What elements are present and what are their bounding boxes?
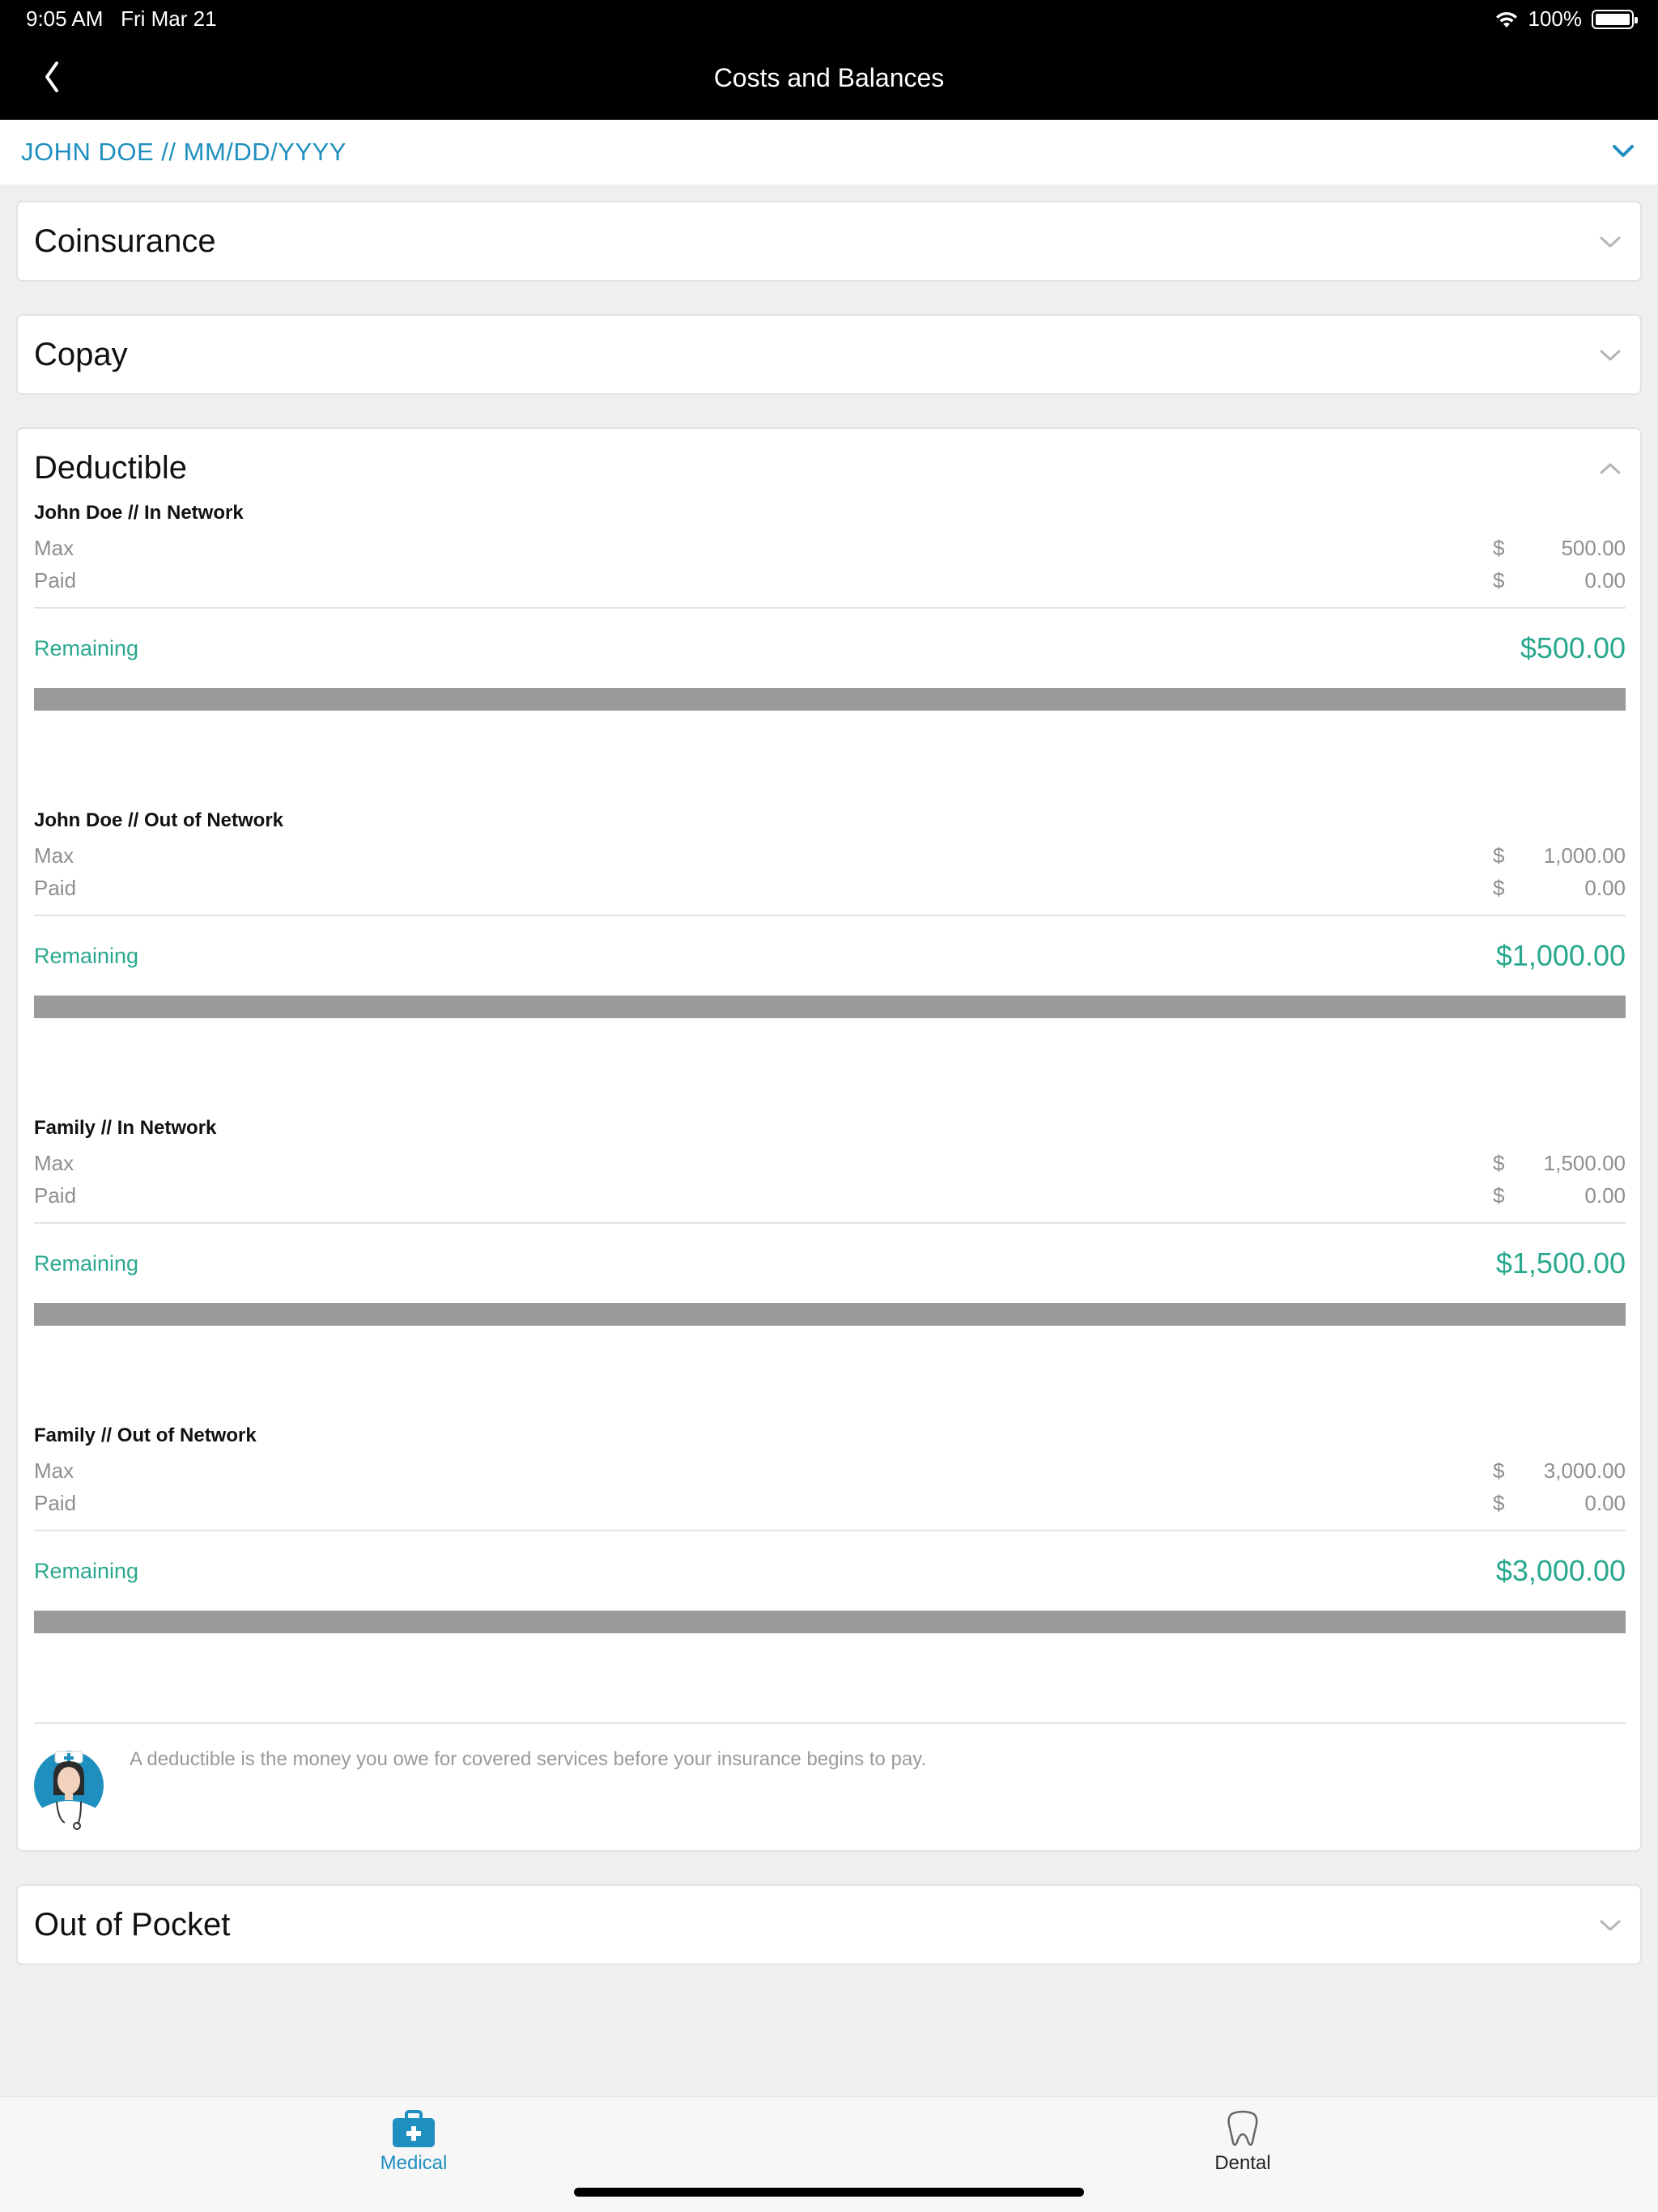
remaining-label: Remaining — [34, 944, 139, 968]
progress-bar — [34, 996, 1626, 1018]
max-amount: 500.00 — [1561, 536, 1626, 560]
tab-dental[interactable]: Dental — [1121, 2097, 1364, 2178]
divider — [34, 915, 1626, 916]
section-heading: John Doe // Out of Network — [34, 809, 284, 831]
wifi-icon — [1495, 11, 1517, 28]
max-amount: 3,000.00 — [1543, 1458, 1626, 1483]
paid-label: Paid — [34, 1491, 77, 1515]
deductible-title: Deductible — [34, 450, 188, 486]
paid-amount: 0.00 — [1584, 568, 1626, 592]
battery-percentage: 100% — [1528, 6, 1583, 31]
status-clock: 9:05 AM — [26, 6, 104, 31]
remaining-amount: $3,000.00 — [1495, 1554, 1626, 1587]
divider — [34, 1222, 1626, 1224]
member-selector-label: JOHN DOE // MM/DD/YYYY — [21, 138, 346, 166]
chevron-down-icon[interactable] — [1598, 1917, 1622, 1934]
copay-card[interactable]: Copay — [16, 314, 1642, 395]
paid-currency: $ — [1493, 1183, 1505, 1208]
chevron-up-icon[interactable] — [1598, 460, 1622, 478]
deductible-section: John Doe // In Network Max $ 500.00 Paid… — [18, 502, 1640, 769]
remaining-label: Remaining — [34, 1559, 139, 1583]
paid-amount: 0.00 — [1584, 1183, 1626, 1208]
progress-bar — [34, 688, 1626, 711]
max-currency: $ — [1493, 843, 1505, 868]
remaining-label: Remaining — [34, 1251, 139, 1276]
deductible-section: Family // Out of Network Max $ 3,000.00 … — [18, 1424, 1640, 1692]
divider — [34, 607, 1626, 609]
paid-currency: $ — [1493, 1491, 1505, 1515]
remaining-amount: $1,000.00 — [1495, 939, 1626, 972]
status-indicators: 100% — [1494, 6, 1638, 32]
copay-title: Copay — [34, 337, 128, 372]
tooth-icon — [1227, 2110, 1258, 2146]
status-time: 9:05 AM Fri Mar 21 — [26, 6, 217, 32]
deductible-card: Deductible John Doe // In Network Max $ … — [16, 427, 1642, 1852]
battery-icon — [1592, 9, 1638, 29]
deductible-info-text: A deductible is the money you owe for co… — [130, 1748, 927, 1770]
page-title: Costs and Balances — [713, 63, 945, 92]
coinsurance-card[interactable]: Coinsurance — [16, 201, 1642, 282]
remaining-amount: $1,500.00 — [1495, 1246, 1626, 1280]
max-label: Max — [34, 1151, 74, 1175]
tab-medical-label: Medical — [380, 2152, 448, 2174]
medical-kit-icon — [393, 2110, 435, 2147]
max-label: Max — [34, 1458, 74, 1483]
nurse-avatar-icon — [34, 1751, 104, 1830]
member-selector[interactable]: JOHN DOE // MM/DD/YYYY — [0, 120, 1658, 185]
max-currency: $ — [1493, 1151, 1505, 1175]
max-label: Max — [34, 843, 74, 868]
max-currency: $ — [1493, 1458, 1505, 1483]
status-date: Fri Mar 21 — [121, 6, 217, 31]
coinsurance-title: Coinsurance — [34, 223, 216, 259]
progress-bar — [34, 1611, 1626, 1633]
out-of-pocket-title: Out of Pocket — [34, 1907, 231, 1942]
chevron-down-icon[interactable] — [1598, 233, 1622, 251]
max-amount: 1,000.00 — [1543, 843, 1626, 868]
section-heading: Family // Out of Network — [34, 1424, 257, 1446]
remaining-label: Remaining — [34, 636, 139, 660]
paid-label: Paid — [34, 1183, 77, 1208]
chevron-down-icon[interactable] — [1611, 141, 1635, 160]
out-of-pocket-card[interactable]: Out of Pocket — [16, 1884, 1642, 1965]
paid-currency: $ — [1493, 568, 1505, 592]
remaining-amount: $500.00 — [1520, 631, 1626, 664]
section-heading: John Doe // In Network — [34, 502, 244, 524]
home-indicator — [574, 2188, 1084, 2197]
deductible-section: John Doe // Out of Network Max $ 1,000.0… — [18, 809, 1640, 1076]
tab-dental-label: Dental — [1214, 2152, 1271, 2174]
section-heading: Family // In Network — [34, 1117, 217, 1139]
chevron-down-icon[interactable] — [1598, 346, 1622, 364]
info-divider — [34, 1722, 1626, 1724]
tab-medical[interactable]: Medical — [292, 2097, 535, 2178]
paid-amount: 0.00 — [1584, 1491, 1626, 1515]
max-label: Max — [34, 536, 74, 560]
paid-amount: 0.00 — [1584, 876, 1626, 900]
paid-label: Paid — [34, 568, 77, 592]
max-currency: $ — [1493, 536, 1505, 560]
max-amount: 1,500.00 — [1543, 1151, 1626, 1175]
progress-bar — [34, 1303, 1626, 1326]
deductible-section: Family // In Network Max $ 1,500.00 Paid… — [18, 1117, 1640, 1384]
divider — [34, 1530, 1626, 1531]
top-bar: 9:05 AM Fri Mar 21 100% Costs and Balanc… — [0, 0, 1658, 120]
paid-label: Paid — [34, 876, 77, 900]
paid-currency: $ — [1493, 876, 1505, 900]
